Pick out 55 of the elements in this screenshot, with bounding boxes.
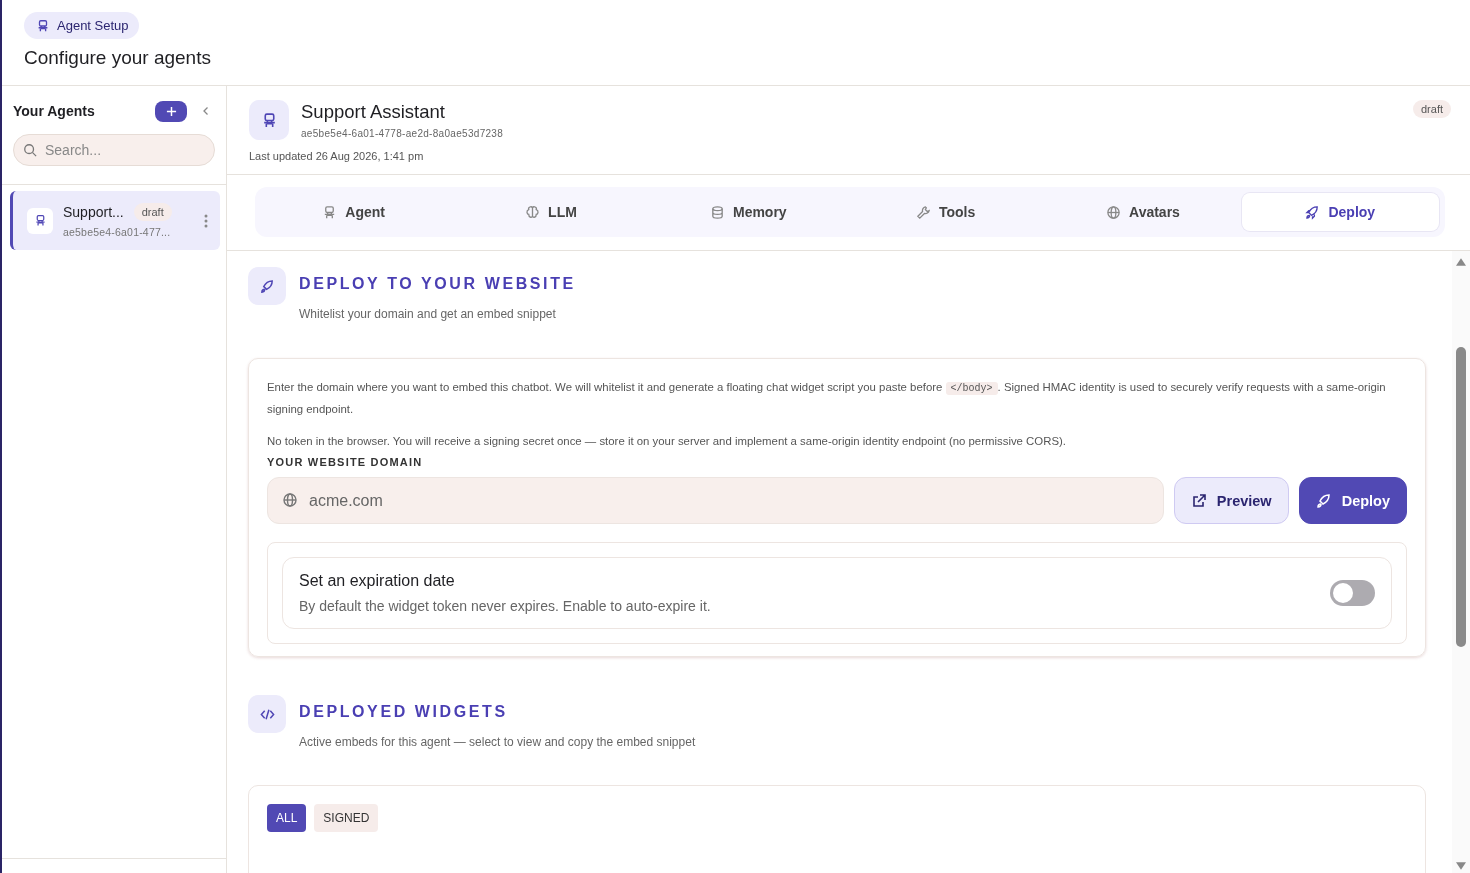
- domain-input-field[interactable]: acme.com: [267, 477, 1164, 524]
- rocket-icon: [248, 267, 286, 305]
- deploy-button[interactable]: Deploy: [1298, 477, 1407, 524]
- rocket-icon: [1315, 492, 1332, 509]
- agent-id: ae5be5e4-6a01-477...: [63, 226, 172, 238]
- section-title: DEPLOY TO YOUR WEBSITE: [299, 275, 576, 293]
- agent-title: Support Assistant: [301, 101, 446, 123]
- filter-chip[interactable]: SIGNED: [314, 804, 379, 832]
- intro-paragraph: Enter the domain where you want to embed this chatbot. We will whitelist it and generate a floating chat widget script you paste before </body> . Signed HMAC identity is used to securely verify requests with a same-origin signing endpoint.: [267, 380, 1387, 417]
- more-icon[interactable]: [204, 212, 208, 229]
- agent-avatar: [249, 100, 289, 140]
- plus-icon: [165, 105, 177, 117]
- scrollbar-thumb[interactable]: [1456, 347, 1466, 647]
- status-badge: draft: [1413, 100, 1451, 118]
- agent-avatar: [27, 207, 53, 234]
- agent-id: ae5be5e4-6a01-4778-ae2d-8a0ae53d7238: [301, 128, 505, 139]
- expiration-toggle[interactable]: [1330, 580, 1375, 606]
- scroll-up-icon[interactable]: [1454, 257, 1468, 267]
- collapse-icon[interactable]: [201, 106, 211, 116]
- scroll-down-icon[interactable]: [1454, 861, 1468, 871]
- code-icon: [248, 695, 286, 733]
- expiration-description: By default the widget token never expires. Enable to auto-expire it.: [299, 598, 712, 614]
- globe-icon: [1106, 204, 1122, 220]
- tab[interactable]: Deploy: [1241, 193, 1439, 231]
- brain-icon: [525, 204, 541, 220]
- database-icon: [709, 204, 725, 220]
- section-subtitle: Active embeds for this agent — select to view and copy the embed snippet: [299, 735, 696, 749]
- agent-list-item[interactable]: Support... draft ae5be5e4-6a01-477...: [10, 191, 220, 250]
- security-note: No token in the browser. You will receive a signing secret once — store it on your server and implement a same-origin identity endpoint (no permissive CORS).: [267, 434, 1067, 449]
- field-label: YOUR WEBSITE DOMAIN: [267, 456, 424, 468]
- code-snippet: </body>: [945, 382, 998, 395]
- section-badge: Agent Setup: [24, 12, 139, 39]
- tab[interactable]: Memory: [649, 193, 847, 231]
- search-icon: [23, 143, 37, 157]
- tab[interactable]: LLM: [452, 193, 650, 231]
- filter-chip[interactable]: ALL: [267, 804, 307, 832]
- search-field[interactable]: Search...: [13, 134, 215, 166]
- tab[interactable]: Avatars: [1044, 193, 1242, 231]
- section-subtitle: Whitelist your domain and get an embed snippet: [299, 307, 557, 321]
- rocket-icon: [1305, 204, 1321, 220]
- preview-button[interactable]: Preview: [1173, 477, 1289, 524]
- robot-icon: [36, 18, 50, 33]
- tab[interactable]: Agent: [255, 193, 453, 231]
- page-title: Configure your agents: [24, 47, 212, 69]
- agent-name: Support...: [63, 204, 124, 220]
- section-title: DEPLOYED WIDGETS: [299, 703, 509, 721]
- tab[interactable]: Tools: [847, 193, 1045, 231]
- last-updated: Last updated 26 Aug 2026, 1:41 pm: [248, 149, 425, 164]
- expiration-title: Set an expiration date: [299, 572, 456, 590]
- add-agent-button[interactable]: [155, 100, 187, 122]
- external-link-icon: [1190, 492, 1207, 509]
- sidebar-title: Your Agents: [13, 103, 96, 119]
- wrench-icon: [916, 204, 931, 220]
- globe-icon: [282, 492, 298, 508]
- status-badge: draft: [133, 203, 172, 221]
